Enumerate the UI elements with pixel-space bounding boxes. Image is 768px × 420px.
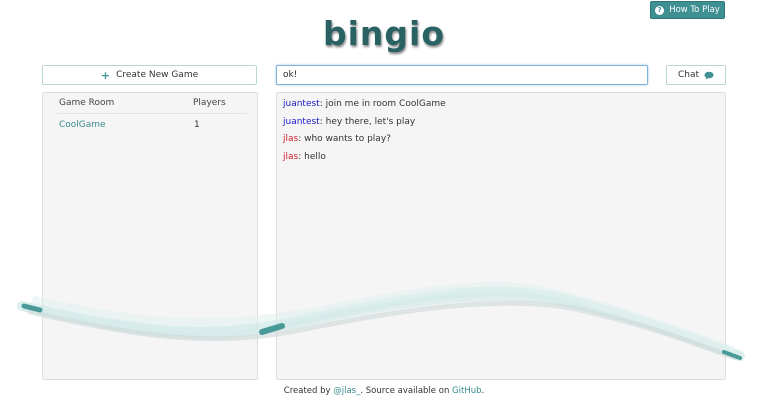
game-room-column-header: Game Room (59, 98, 115, 108)
footer-end-text: . (481, 386, 485, 396)
chat-message: jlas: hello (283, 151, 713, 169)
chat-send-button[interactable]: Chat (666, 65, 726, 85)
footer: Created by @jlas_. Source available on G… (0, 386, 768, 396)
room-name-link[interactable]: CoolGame (59, 120, 106, 130)
message-username[interactable]: juantest (283, 117, 320, 127)
create-new-game-label: Create New Game (116, 70, 199, 80)
message-username[interactable]: jlas (283, 152, 298, 162)
plus-icon: + (100, 68, 111, 82)
message-username[interactable]: juantest (283, 99, 320, 109)
rooms-table-header: Game Room Players (57, 98, 247, 114)
players-column-header: Players (193, 98, 226, 108)
chat-messages: juantest: join me in room CoolGame juant… (283, 98, 713, 168)
chat-panel: juantest: join me in room CoolGame juant… (276, 92, 726, 380)
message-username[interactable]: jlas (283, 134, 298, 144)
game-rooms-panel: Game Room Players CoolGame 1 (42, 92, 258, 380)
table-row[interactable]: CoolGame 1 (57, 120, 247, 134)
author-link[interactable]: @jlas_ (333, 386, 360, 396)
message-text: : hey there, let's play (319, 116, 416, 127)
speech-bubble-icon (704, 71, 714, 80)
message-text: : join me in room CoolGame (319, 99, 446, 109)
chat-input[interactable] (276, 65, 648, 85)
chat-message: juantest: hey there, let's play (283, 116, 713, 134)
footer-created-by: Created by (283, 386, 334, 396)
message-text: : hello (298, 151, 326, 162)
chat-send-label: Chat (677, 70, 700, 80)
app-logo: bingio (322, 14, 446, 53)
chat-message: juantest: join me in room CoolGame (283, 98, 713, 116)
create-new-game-button[interactable]: + Create New Game (42, 65, 257, 85)
footer-middle-text: . Source available on (360, 386, 453, 396)
github-link[interactable]: GitHub (452, 386, 481, 396)
chat-message: jlas: who wants to play? (283, 133, 713, 151)
room-player-count: 1 (194, 120, 200, 130)
message-text: : who wants to play? (298, 134, 391, 144)
